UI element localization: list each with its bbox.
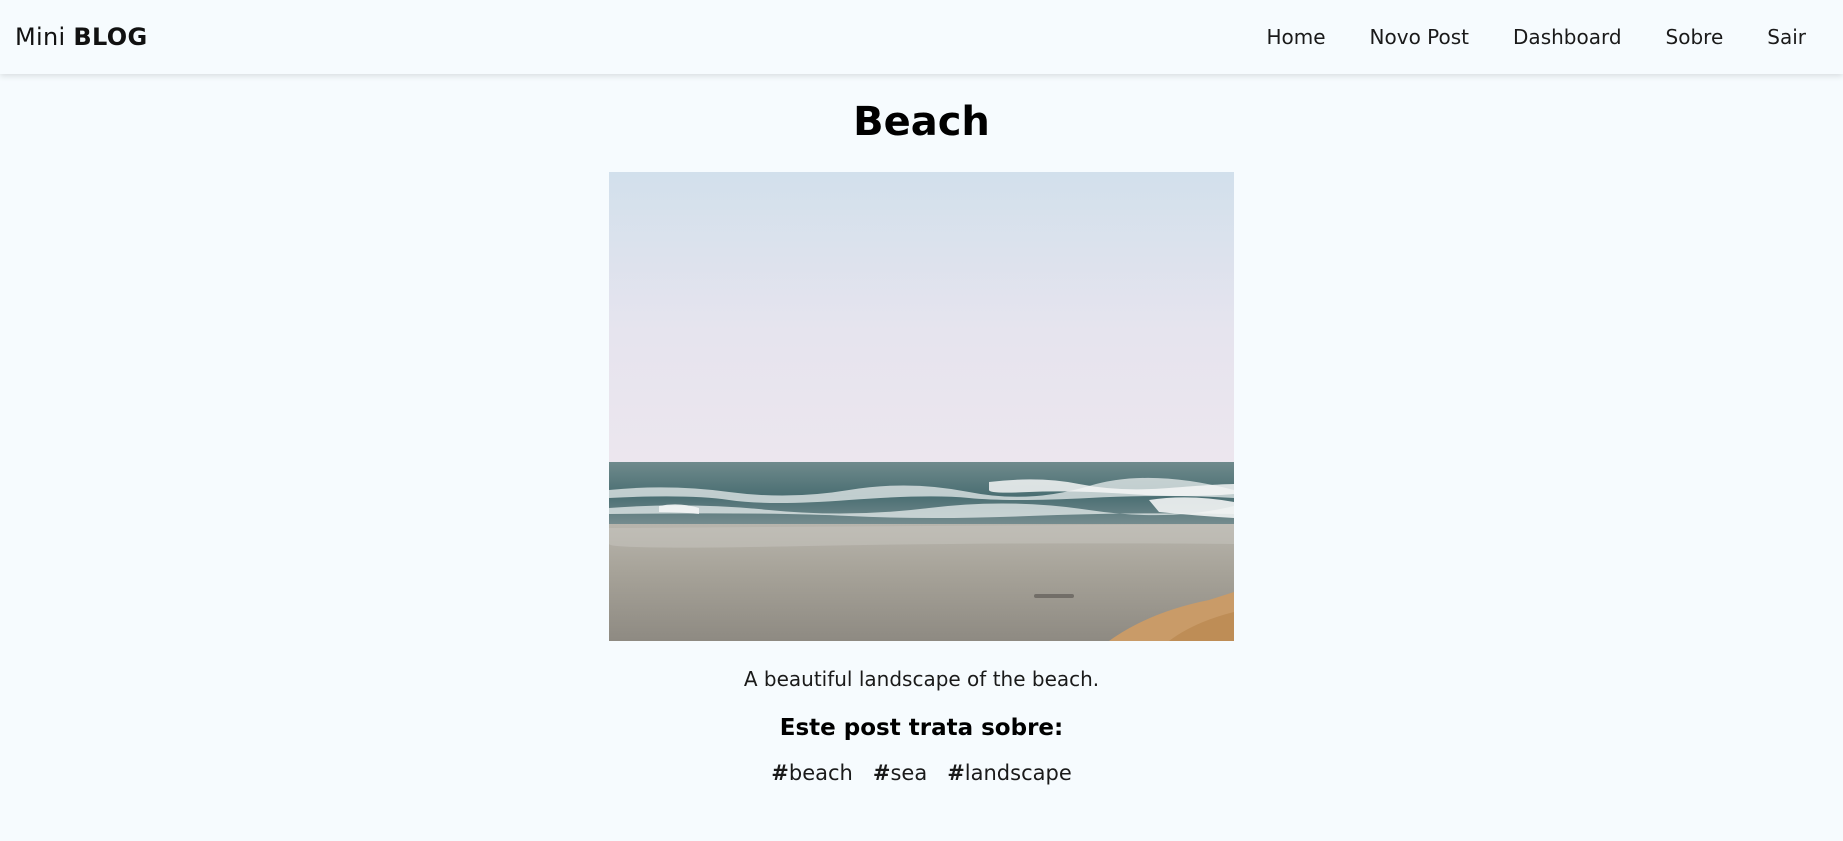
brand-light-text: Mini	[15, 23, 66, 51]
brand-bold-text: BLOG	[73, 23, 148, 51]
nav-link-novo-post[interactable]: Novo Post	[1348, 25, 1491, 49]
tag-beach[interactable]: #beach	[771, 761, 853, 785]
hash-icon: #	[771, 761, 789, 785]
post-detail: Beach A beautiful landscape of the beach…	[0, 74, 1843, 785]
tag-list: #beach #sea #landscape	[771, 761, 1072, 785]
tags-heading: Este post trata sobre:	[779, 715, 1064, 741]
post-image	[609, 172, 1234, 641]
tag-label: landscape	[964, 761, 1072, 785]
nav-link-home[interactable]: Home	[1244, 25, 1347, 49]
brand-logo[interactable]: Mini BLOG	[15, 23, 147, 51]
post-body: A beautiful landscape of the beach.	[743, 667, 1100, 691]
nav-link-dashboard[interactable]: Dashboard	[1491, 25, 1644, 49]
post-title: Beach	[853, 99, 990, 145]
tag-sea[interactable]: #sea	[873, 761, 927, 785]
tag-label: sea	[890, 761, 928, 785]
tag-landscape[interactable]: #landscape	[947, 761, 1072, 785]
hash-icon: #	[872, 761, 891, 785]
nav-link-sair[interactable]: Sair	[1745, 25, 1828, 49]
nav-link-sobre[interactable]: Sobre	[1644, 25, 1746, 49]
hash-icon: #	[947, 761, 965, 785]
nav-links: Home Novo Post Dashboard Sobre Sair	[1244, 0, 1828, 74]
tag-label: beach	[788, 761, 853, 785]
navbar: Mini BLOG Home Novo Post Dashboard Sobre…	[0, 0, 1843, 74]
